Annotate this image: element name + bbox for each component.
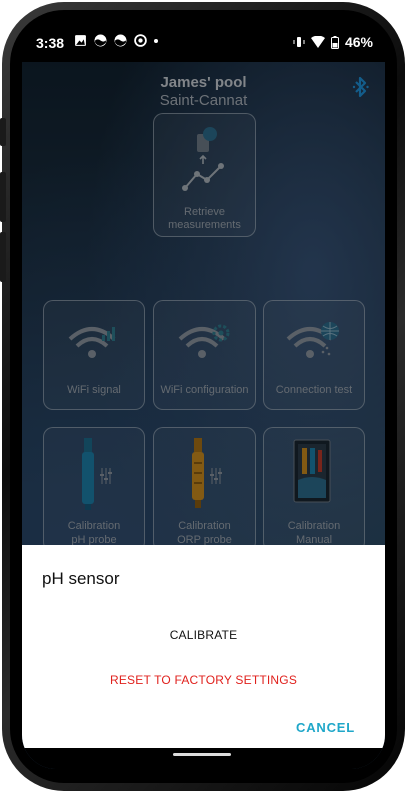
status-bar: 3:38 46% [22, 24, 385, 62]
home-gesture-handle[interactable] [173, 753, 231, 756]
side-button-middle [0, 172, 6, 222]
side-button-lower [0, 232, 6, 282]
side-button-upper [0, 118, 6, 146]
pool-app-icon-2 [114, 34, 127, 47]
cancel-button[interactable]: CANCEL [296, 720, 355, 735]
navigation-bar [22, 748, 385, 769]
notification-dot-icon [154, 38, 158, 43]
wifi-icon [310, 36, 325, 48]
reset-factory-settings-option[interactable]: RESET TO FACTORY SETTINGS [22, 673, 385, 687]
pool-app-icon [94, 34, 107, 47]
battery-icon [330, 35, 339, 49]
status-time: 3:38 [36, 35, 65, 51]
battery-percentage: 46% [344, 34, 373, 50]
sheet-title: pH sensor [42, 569, 120, 588]
phone-frame: 3:38 46% James' pool Saint-Cannat Retrie… [0, 0, 407, 793]
ph-sensor-bottom-sheet: pH sensor CALIBRATE RESET TO FACTORY SET… [22, 545, 385, 748]
calibrate-option[interactable]: CALIBRATE [22, 628, 385, 642]
vibrate-icon [293, 37, 305, 47]
status-notification-icons [74, 34, 158, 47]
phone-screen: 3:38 46% James' pool Saint-Cannat Retrie… [22, 24, 385, 769]
image-icon [75, 35, 86, 46]
status-system-icons: 46% [293, 34, 373, 50]
sync-icon [134, 34, 147, 47]
